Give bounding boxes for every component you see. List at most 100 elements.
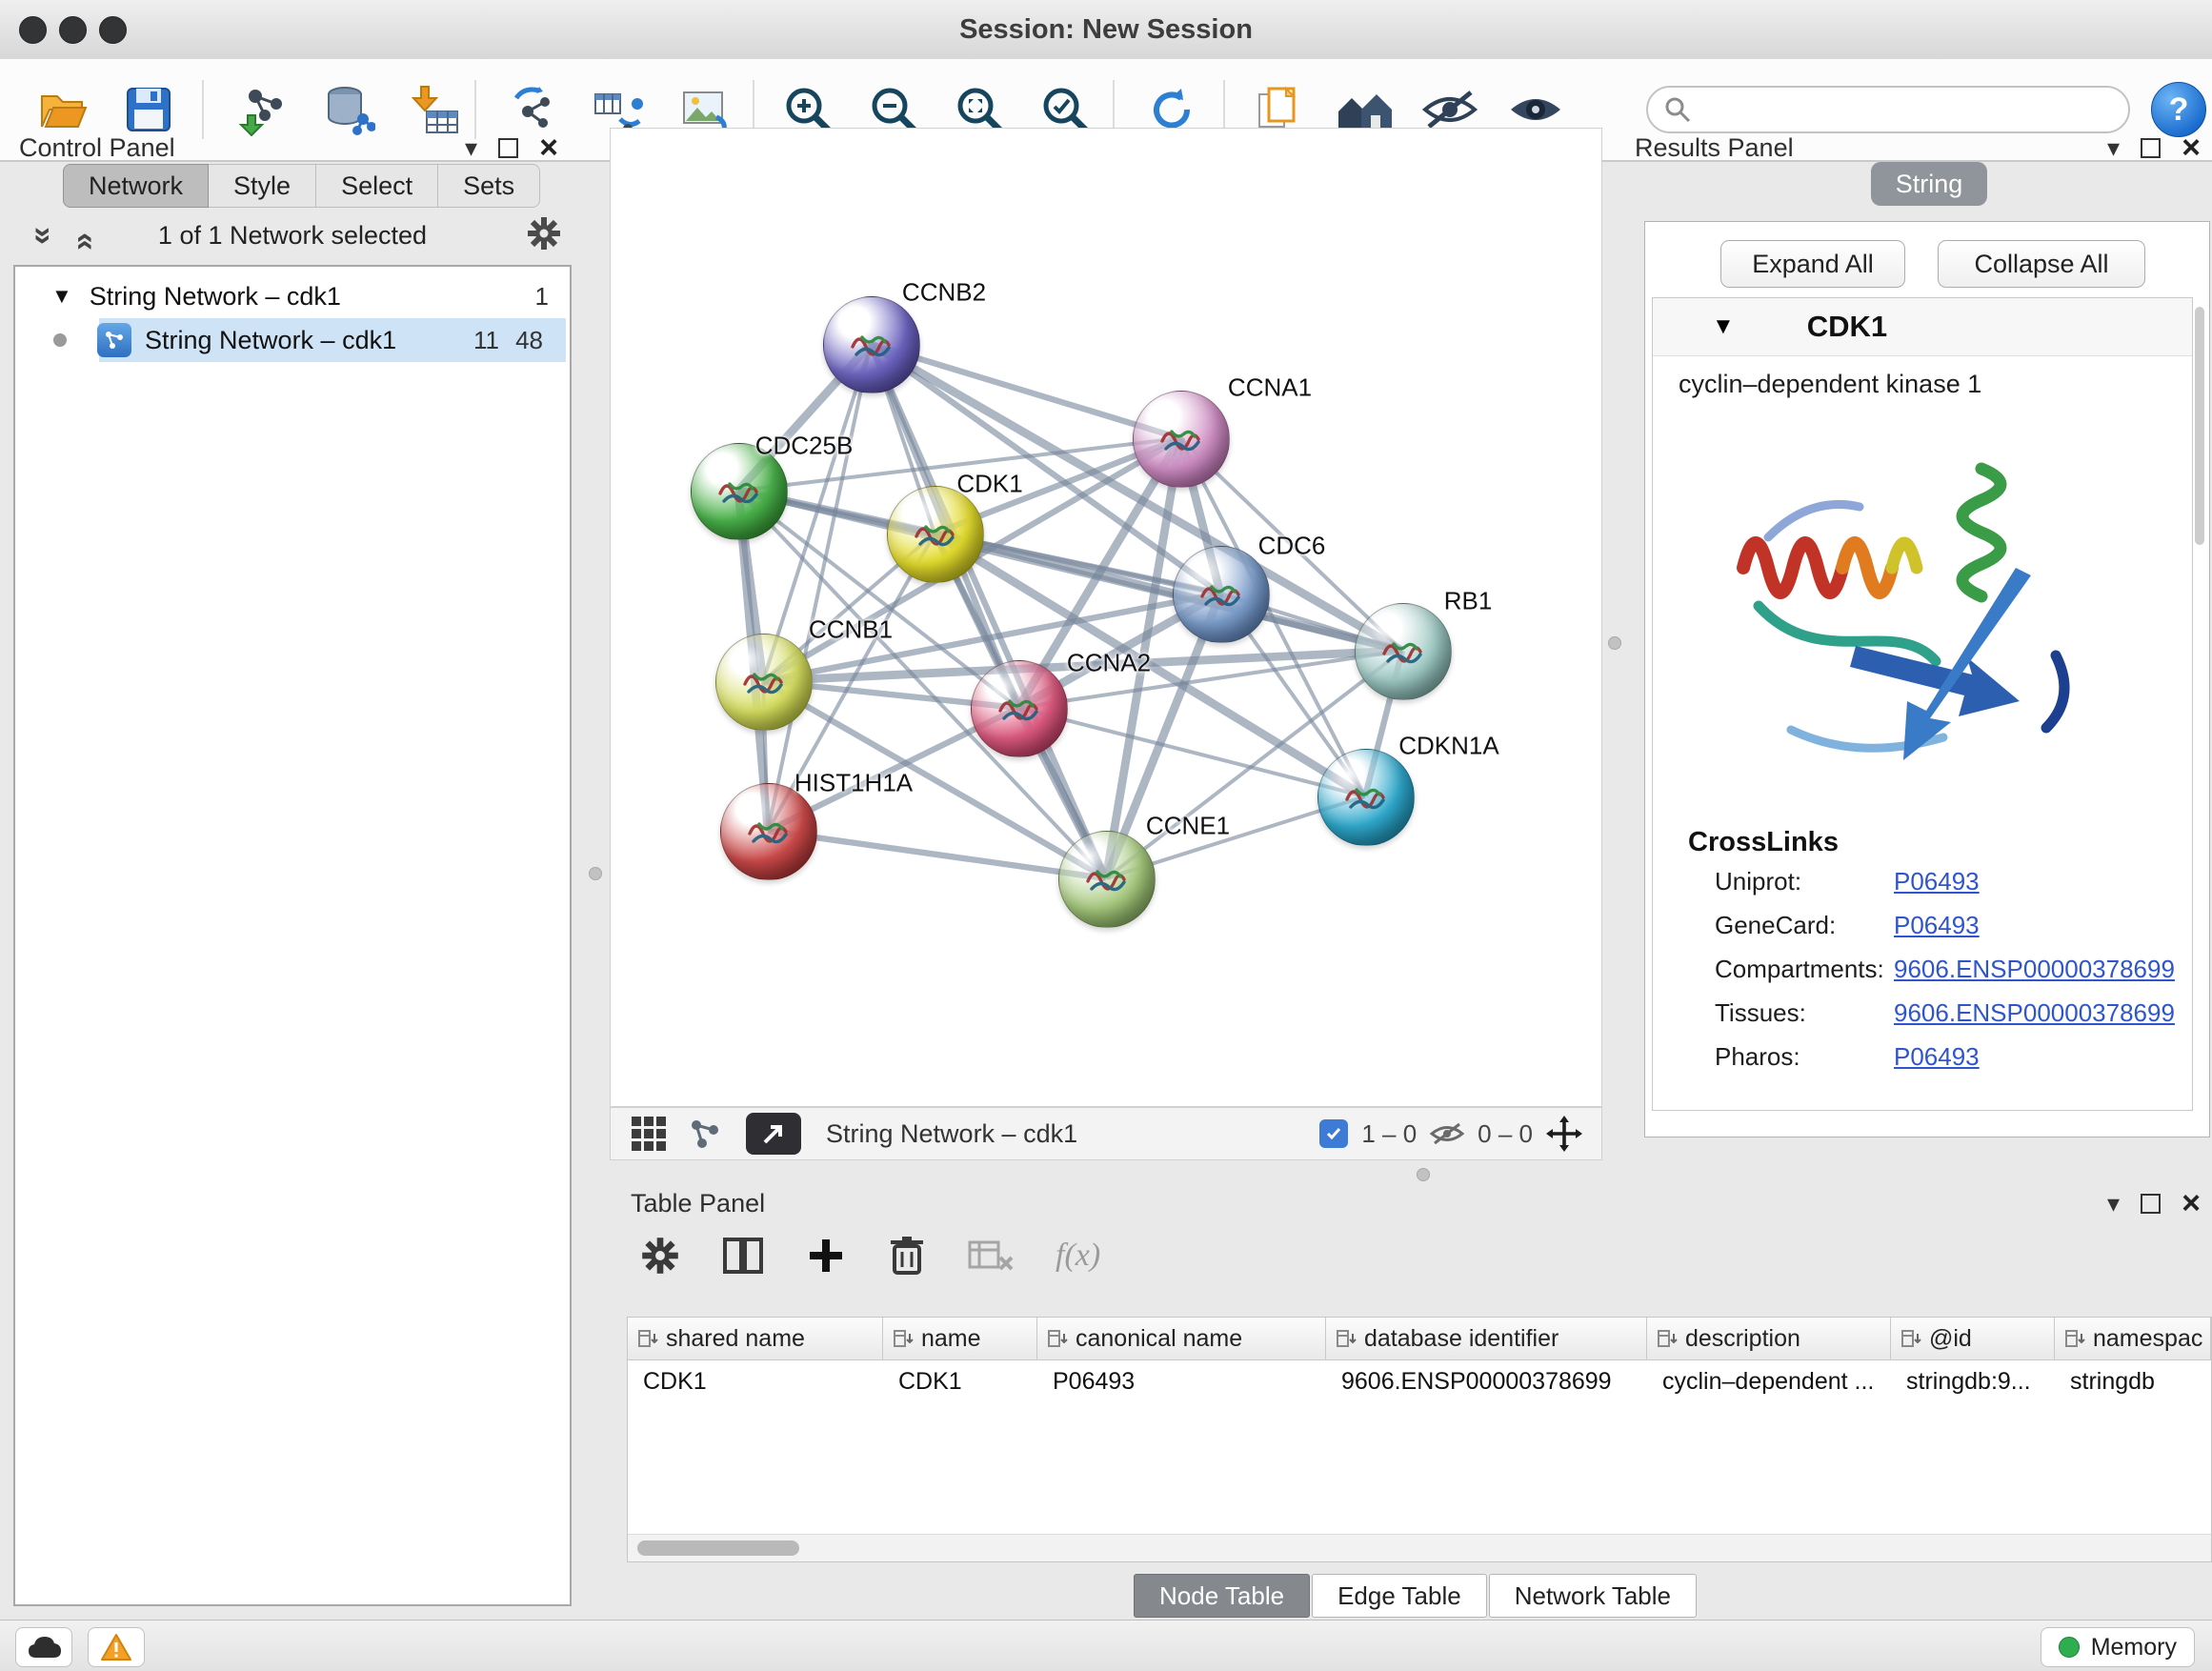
table-body: CDK1CDK1P064939606.ENSP00000378699cyclin… bbox=[628, 1360, 2211, 1402]
network-edge-count: 48 bbox=[515, 326, 543, 355]
network-collection-row[interactable]: ▼ String Network – cdk1 1 bbox=[15, 274, 570, 318]
node-label-CDC6: CDC6 bbox=[1258, 532, 1326, 561]
network-node-RB1[interactable] bbox=[1355, 603, 1452, 700]
column-header-shared-name[interactable]: shared name bbox=[628, 1318, 883, 1359]
pan-mode-icon[interactable] bbox=[1546, 1116, 1582, 1152]
table-hscrollbar-thumb[interactable] bbox=[637, 1540, 799, 1556]
tab-network-table[interactable]: Network Table bbox=[1489, 1574, 1697, 1618]
tab-style[interactable]: Style bbox=[209, 164, 316, 208]
splitter-handle[interactable] bbox=[1608, 636, 1621, 650]
node-label-CDKN1A: CDKN1A bbox=[1398, 732, 1498, 761]
string-footer-icon[interactable] bbox=[689, 1117, 721, 1150]
collapse-all-button[interactable]: Collapse All bbox=[1938, 240, 2145, 288]
network-node-CCNE1[interactable] bbox=[1058, 831, 1156, 928]
tab-network[interactable]: Network bbox=[63, 164, 209, 208]
network-node-CCNA1[interactable] bbox=[1133, 391, 1230, 488]
collapse-panel-icon[interactable]: ▾ bbox=[465, 135, 477, 160]
splitter-handle[interactable] bbox=[1417, 1168, 1430, 1181]
delete-table-icon[interactable] bbox=[968, 1238, 1014, 1273]
table-hscrollbar-track[interactable] bbox=[628, 1534, 2211, 1561]
crosslink-value-link[interactable]: 9606.ENSP00000378699 bbox=[1894, 998, 2175, 1028]
tab-sets[interactable]: Sets bbox=[438, 164, 540, 208]
hidden-counts: 0 – 0 bbox=[1478, 1119, 1533, 1149]
tab-edge-table[interactable]: Edge Table bbox=[1312, 1574, 1487, 1618]
crosslink-label: GeneCard: bbox=[1715, 911, 1894, 940]
node-label-CCNA1: CCNA1 bbox=[1228, 373, 1312, 403]
tab-select[interactable]: Select bbox=[316, 164, 438, 208]
network-options-gear-icon[interactable] bbox=[526, 215, 562, 252]
protein-structure-image bbox=[1677, 415, 2162, 815]
birds-eye-view-icon[interactable] bbox=[632, 1117, 666, 1151]
function-builder-icon[interactable]: f(x) bbox=[1056, 1238, 1100, 1274]
control-panel-tabs: Network Style Select Sets bbox=[63, 164, 540, 208]
network-canvas[interactable]: CCNB2CCNA1CDC25BCDK1CDC6RB1CCNB1CCNA2CDK… bbox=[610, 128, 1602, 1107]
column-header-label: namespac bbox=[2093, 1325, 2202, 1353]
crosslink-row: Pharos:P06493 bbox=[1715, 1035, 2191, 1078]
close-panel-icon[interactable]: × bbox=[539, 131, 558, 164]
crosslink-value-link[interactable]: P06493 bbox=[1894, 1042, 1980, 1072]
search-field[interactable] bbox=[1646, 86, 2130, 133]
results-panel-controls: ▾ × bbox=[2107, 131, 2201, 164]
network-node-CDC6[interactable] bbox=[1173, 546, 1270, 643]
column-header-canonical-name[interactable]: canonical name bbox=[1037, 1318, 1326, 1359]
crosslink-row: GeneCard:P06493 bbox=[1715, 903, 2191, 947]
splitter-handle[interactable] bbox=[589, 867, 602, 880]
column-header-namespac[interactable]: namespac bbox=[2055, 1318, 2211, 1359]
memory-button[interactable]: Memory bbox=[2041, 1627, 2195, 1667]
show-columns-icon[interactable] bbox=[722, 1237, 764, 1275]
table-gear-icon[interactable] bbox=[640, 1236, 680, 1276]
add-column-icon[interactable] bbox=[806, 1236, 846, 1276]
float-panel-icon[interactable] bbox=[2141, 1194, 2161, 1214]
column-header-name[interactable]: name bbox=[883, 1318, 1037, 1359]
results-tab-string[interactable]: String bbox=[1871, 162, 1987, 206]
toolbar-separator bbox=[474, 80, 476, 139]
column-header-database-identifier[interactable]: database identifier bbox=[1326, 1318, 1647, 1359]
import-table-button[interactable] bbox=[396, 72, 473, 147]
float-panel-icon[interactable] bbox=[498, 138, 518, 158]
network-node-CDK1[interactable] bbox=[887, 486, 984, 583]
network-arrows-icon bbox=[507, 83, 560, 136]
node-label-RB1: RB1 bbox=[1444, 587, 1493, 616]
import-network-button[interactable] bbox=[225, 72, 301, 147]
expand-all-button[interactable]: Expand All bbox=[1720, 240, 1905, 288]
crosslink-value-link[interactable]: 9606.ENSP00000378699 bbox=[1894, 955, 2175, 984]
table-tabs: Node Table Edge Table Network Table bbox=[1134, 1574, 1697, 1618]
delete-column-icon[interactable] bbox=[888, 1235, 926, 1277]
float-panel-icon[interactable] bbox=[2141, 138, 2161, 158]
crosslink-value-link[interactable]: P06493 bbox=[1894, 867, 1980, 896]
result-entry-header[interactable]: ▼ CDK1 bbox=[1653, 298, 2192, 356]
warnings-button[interactable] bbox=[88, 1627, 145, 1667]
save-icon bbox=[123, 84, 174, 135]
entry-collapse-icon[interactable]: ▼ bbox=[1712, 313, 1735, 340]
network-node-CCNB2[interactable] bbox=[823, 296, 920, 393]
collapse-panel-icon[interactable]: ▾ bbox=[2107, 1191, 2120, 1216]
tab-node-table[interactable]: Node Table bbox=[1134, 1574, 1310, 1618]
column-header-description[interactable]: description bbox=[1647, 1318, 1891, 1359]
close-panel-icon[interactable]: × bbox=[2182, 1187, 2201, 1219]
table-cell: P06493 bbox=[1037, 1360, 1326, 1402]
selected-items-checkbox-icon[interactable] bbox=[1319, 1119, 1348, 1148]
import-network-from-database-button[interactable] bbox=[311, 72, 387, 147]
node-label-CCNE1: CCNE1 bbox=[1146, 812, 1230, 841]
network-node-CCNB1[interactable] bbox=[715, 634, 813, 731]
window-title: Session: New Session bbox=[0, 0, 2212, 59]
cloud-status-button[interactable] bbox=[15, 1627, 72, 1667]
status-bar: Memory bbox=[0, 1620, 2212, 1671]
tree-expanded-icon[interactable]: ▼ bbox=[51, 284, 72, 309]
column-header-label: shared name bbox=[666, 1325, 805, 1353]
table-row[interactable]: CDK1CDK1P064939606.ENSP00000378699cyclin… bbox=[628, 1360, 2211, 1402]
help-icon: ? bbox=[2169, 91, 2189, 129]
network-node-count: 11 bbox=[473, 326, 499, 355]
network-selection-status: 1 of 1 Network selected bbox=[13, 221, 572, 251]
network-node-CDKN1A[interactable] bbox=[1317, 749, 1415, 846]
network-row-selected[interactable]: String Network – cdk1 11 48 bbox=[15, 318, 570, 362]
column-header--id[interactable]: @id bbox=[1891, 1318, 2055, 1359]
network-view-footer: String Network – cdk1 1 – 0 0 – 0 bbox=[610, 1107, 1602, 1160]
search-input[interactable] bbox=[1692, 94, 2105, 126]
crosslink-value-link[interactable]: P06493 bbox=[1894, 911, 1980, 940]
open-in-browser-button[interactable] bbox=[746, 1113, 801, 1155]
close-panel-icon[interactable]: × bbox=[2182, 131, 2201, 164]
collapse-panel-icon[interactable]: ▾ bbox=[2107, 135, 2120, 160]
results-scrollbar[interactable] bbox=[2195, 307, 2204, 545]
network-node-CCNA2[interactable] bbox=[971, 660, 1068, 757]
